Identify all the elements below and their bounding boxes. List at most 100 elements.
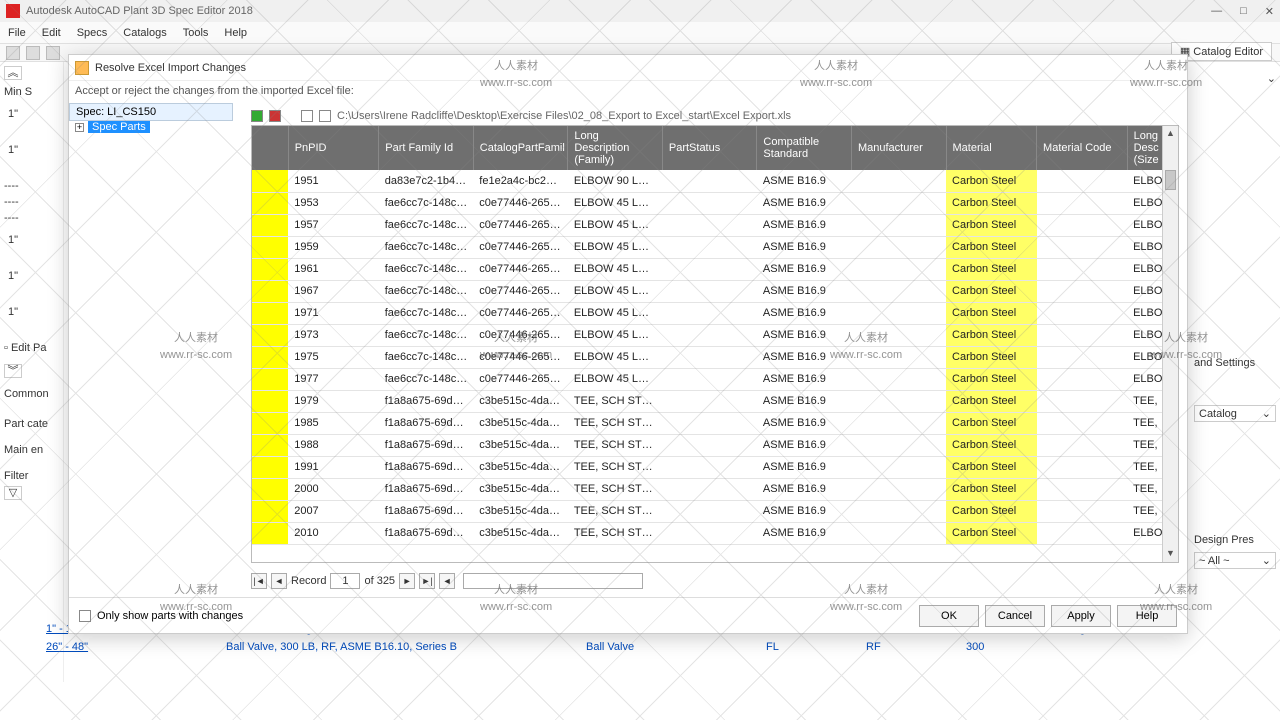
export-icon[interactable] xyxy=(301,110,313,122)
cell[interactable]: ELBOW 90 LR, S... xyxy=(568,170,663,192)
cell[interactable] xyxy=(662,456,757,478)
cell[interactable]: ELBOW 45 LR, S... xyxy=(568,214,663,236)
row-selector[interactable] xyxy=(252,346,288,368)
edit-parts-label[interactable]: ▫ Edit Pa xyxy=(4,342,59,354)
help-button[interactable]: Help xyxy=(1117,605,1177,627)
cell[interactable]: fae6cc7c-148c-... xyxy=(379,258,474,280)
toolbar-icon[interactable] xyxy=(6,46,20,60)
cell[interactable] xyxy=(851,346,946,368)
cell[interactable]: ASME B16.9 xyxy=(757,346,852,368)
cell[interactable]: fae6cc7c-148c-... xyxy=(379,236,474,258)
cell[interactable] xyxy=(851,500,946,522)
cell[interactable]: Carbon Steel xyxy=(946,456,1037,478)
tree-item-spec-parts[interactable]: Spec Parts xyxy=(88,121,150,133)
cell[interactable] xyxy=(1037,258,1128,280)
table-row[interactable]: 1953fae6cc7c-148c-...c0e77446-265e-...EL… xyxy=(252,192,1178,214)
cell[interactable]: Carbon Steel xyxy=(946,478,1037,500)
cell[interactable]: c0e77446-265e-... xyxy=(473,324,568,346)
cell[interactable] xyxy=(851,434,946,456)
cell[interactable]: ASME B16.9 xyxy=(757,434,852,456)
table-row[interactable]: 1985f1a8a675-69d4-...c3be515c-4da0-...TE… xyxy=(252,412,1178,434)
cell[interactable] xyxy=(851,280,946,302)
cell[interactable]: TEE, SCH STD, B... xyxy=(568,478,663,500)
cell[interactable]: 1975 xyxy=(288,346,379,368)
cell[interactable]: 1977 xyxy=(288,368,379,390)
cell[interactable] xyxy=(662,324,757,346)
cell[interactable] xyxy=(662,346,757,368)
cell[interactable]: ELBOW 45 LR, S... xyxy=(568,324,663,346)
cell[interactable]: c3be515c-4da0-... xyxy=(473,478,568,500)
cell[interactable]: ASME B16.9 xyxy=(757,522,852,544)
cell[interactable]: ELBOW 45 LR, S... xyxy=(568,236,663,258)
menu-edit[interactable]: Edit xyxy=(42,27,61,39)
cell[interactable]: c3be515c-4da0-... xyxy=(473,412,568,434)
first-record-button[interactable]: |◄ xyxy=(251,573,267,589)
changes-grid[interactable]: PnPIDPart Family IdCatalogPartFamilLong … xyxy=(251,125,1179,563)
table-row[interactable]: 2010f1a8a675-69d4-...c3be515c-4da0-...TE… xyxy=(252,522,1178,544)
cell[interactable]: fae6cc7c-148c-... xyxy=(379,346,474,368)
row-selector[interactable] xyxy=(252,214,288,236)
cell[interactable]: fae6cc7c-148c-... xyxy=(379,214,474,236)
row-selector[interactable] xyxy=(252,192,288,214)
cell[interactable]: c0e77446-265e-... xyxy=(473,258,568,280)
cell[interactable]: Carbon Steel xyxy=(946,280,1037,302)
cell[interactable] xyxy=(662,390,757,412)
cell[interactable]: c3be515c-4da0-... xyxy=(473,390,568,412)
column-header[interactable]: Material Code xyxy=(1037,126,1128,170)
cell[interactable] xyxy=(1037,214,1128,236)
cell[interactable] xyxy=(851,456,946,478)
size-item[interactable]: 1" xyxy=(8,306,59,318)
cell[interactable]: fe1e2a4c-bc2a-... xyxy=(473,170,568,192)
cell[interactable]: Carbon Steel xyxy=(946,258,1037,280)
scroll-up-icon[interactable]: ▲ xyxy=(1163,126,1178,142)
cell[interactable] xyxy=(1037,390,1128,412)
cell[interactable]: fae6cc7c-148c-... xyxy=(379,280,474,302)
scroll-thumb[interactable] xyxy=(1165,170,1176,190)
column-header[interactable]: Material xyxy=(946,126,1037,170)
cell[interactable] xyxy=(851,522,946,544)
cell[interactable]: ASME B16.9 xyxy=(757,368,852,390)
cell[interactable]: Carbon Steel xyxy=(946,192,1037,214)
catalog-dropdown[interactable]: Catalog⌄ xyxy=(1194,405,1276,422)
cell[interactable]: ASME B16.9 xyxy=(757,280,852,302)
last-record-button[interactable]: ►| xyxy=(419,573,435,589)
cell[interactable]: ASME B16.9 xyxy=(757,456,852,478)
bg-size[interactable]: 26" - 48" xyxy=(46,638,166,656)
row-selector[interactable] xyxy=(252,258,288,280)
cell[interactable] xyxy=(662,412,757,434)
cell[interactable] xyxy=(1037,170,1128,192)
cell[interactable]: c0e77446-265e-... xyxy=(473,214,568,236)
cell[interactable]: c0e77446-265e-... xyxy=(473,280,568,302)
column-header[interactable]: Part Family Id xyxy=(379,126,474,170)
cell[interactable]: ASME B16.9 xyxy=(757,236,852,258)
refresh-icon[interactable] xyxy=(319,110,331,122)
cell[interactable]: Carbon Steel xyxy=(946,214,1037,236)
cell[interactable]: TEE, SCH STD, B... xyxy=(568,522,663,544)
cell[interactable]: 1988 xyxy=(288,434,379,456)
cell[interactable]: ASME B16.9 xyxy=(757,192,852,214)
cell[interactable]: c0e77446-265e-... xyxy=(473,302,568,324)
cell[interactable]: f1a8a675-69d4-... xyxy=(379,522,474,544)
cell[interactable]: f1a8a675-69d4-... xyxy=(379,434,474,456)
collapse-up-icon[interactable]: ︽ xyxy=(4,66,22,80)
cell[interactable]: 1959 xyxy=(288,236,379,258)
cell[interactable] xyxy=(662,434,757,456)
cell[interactable] xyxy=(851,192,946,214)
accept-icon[interactable] xyxy=(251,110,263,122)
cell[interactable]: c0e77446-265e-... xyxy=(473,368,568,390)
cell[interactable]: c0e77446-265e-... xyxy=(473,192,568,214)
nav-left-button[interactable]: ◄ xyxy=(439,573,455,589)
cell[interactable]: f1a8a675-69d4-... xyxy=(379,456,474,478)
size-item[interactable]: 1" xyxy=(8,108,59,120)
cell[interactable] xyxy=(662,478,757,500)
column-header[interactable] xyxy=(252,126,288,170)
table-row[interactable]: 1961fae6cc7c-148c-...c0e77446-265e-...EL… xyxy=(252,258,1178,280)
cell[interactable]: Carbon Steel xyxy=(946,302,1037,324)
cell[interactable]: 1967 xyxy=(288,280,379,302)
cell[interactable]: f1a8a675-69d4-... xyxy=(379,412,474,434)
cell[interactable]: 2010 xyxy=(288,522,379,544)
cell[interactable]: fae6cc7c-148c-... xyxy=(379,302,474,324)
column-header[interactable]: PnPID xyxy=(288,126,379,170)
table-row[interactable]: 1977fae6cc7c-148c-...c0e77446-265e-...EL… xyxy=(252,368,1178,390)
cancel-button[interactable]: Cancel xyxy=(985,605,1045,627)
